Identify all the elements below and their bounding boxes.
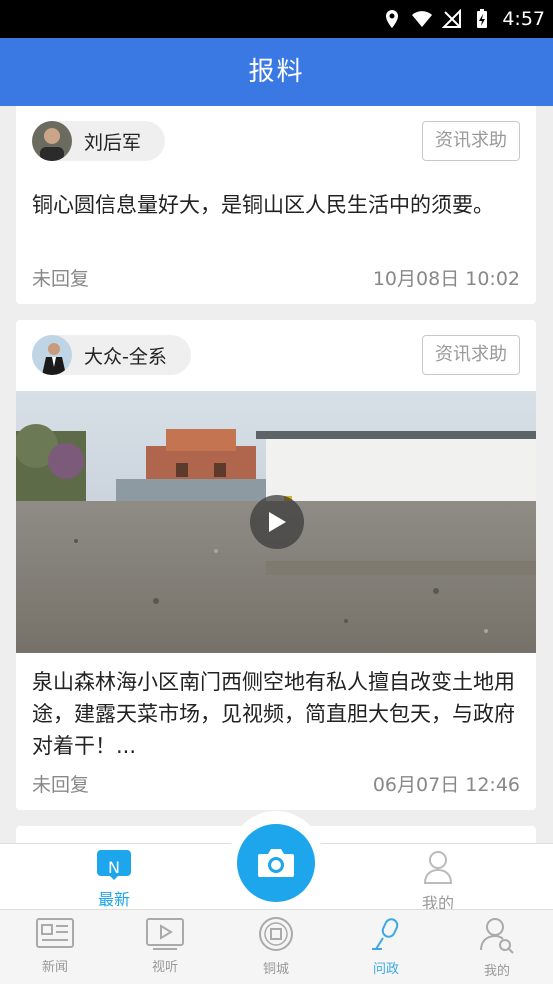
author-name: 大众-全系 xyxy=(84,345,167,368)
nav-news-label: 新闻 xyxy=(41,960,68,975)
video-thumbnail[interactable] xyxy=(16,391,536,653)
post-content[interactable]: 铜心圆信息量好大，是铜山区人民生活中的须要。 xyxy=(32,189,520,221)
avatar xyxy=(32,121,72,161)
news-icon xyxy=(36,918,74,948)
camera-icon xyxy=(258,849,294,877)
post-content[interactable]: 泉山森林海小区南门西侧空地有私人擅自改变土地用途，建露天菜市场，见视频，简直胆大… xyxy=(32,666,520,762)
status-bar: 4:57 xyxy=(0,0,553,38)
post-datetime: 06月07日 12:46 xyxy=(372,774,520,796)
no-signal-icon xyxy=(442,9,462,28)
post-feed[interactable]: 刘后军 资讯求助 铜心圆信息量好大，是铜山区人民生活中的须要。 未回复 10月0… xyxy=(0,106,553,843)
status-time: 4:57 xyxy=(502,8,545,30)
reply-status: 未回复 xyxy=(32,774,90,796)
location-icon xyxy=(386,10,399,28)
nav-politics[interactable]: 问政 xyxy=(331,916,441,977)
latest-badge-letter: N xyxy=(108,858,120,877)
app-header: 报料 xyxy=(0,38,553,106)
coin-icon xyxy=(259,917,293,951)
reply-status: 未回复 xyxy=(32,268,90,290)
nav-video[interactable]: 视听 xyxy=(110,916,220,975)
author-name: 刘后军 xyxy=(84,131,142,154)
user-icon xyxy=(480,918,514,954)
tab-latest-label: 最新 xyxy=(97,890,130,909)
author-pill[interactable]: 刘后军 xyxy=(32,121,166,161)
play-button[interactable] xyxy=(250,495,304,549)
battery-charging-icon xyxy=(477,9,488,28)
nav-video-label: 视听 xyxy=(151,960,178,975)
status-icons: 4:57 xyxy=(382,0,545,38)
video-icon xyxy=(146,918,184,950)
avatar xyxy=(32,335,72,375)
author-pill[interactable]: 大众-全系 xyxy=(32,335,191,375)
user-outline-icon xyxy=(423,851,453,884)
nav-city[interactable]: 铜城 xyxy=(221,916,331,977)
category-tag[interactable]: 资讯求助 xyxy=(422,121,520,161)
category-tag[interactable]: 资讯求助 xyxy=(422,335,520,375)
nav-profile-label: 我的 xyxy=(483,964,510,979)
page-title: 报料 xyxy=(248,57,305,87)
post-card[interactable]: 大众-全系 资讯求助 泉山森林海小区南门西侧空地有私人擅自改变土地用途，建露天菜… xyxy=(16,320,536,810)
nav-profile[interactable]: 我的 xyxy=(442,916,552,979)
tab-latest[interactable]: N 最新 xyxy=(54,850,174,910)
nav-city-label: 铜城 xyxy=(262,962,289,977)
microphone-icon xyxy=(372,918,399,950)
tab-mine[interactable]: 我的 xyxy=(378,850,498,914)
play-icon xyxy=(269,512,286,532)
post-card[interactable]: 刘后军 资讯求助 铜心圆信息量好大，是铜山区人民生活中的须要。 未回复 10月0… xyxy=(16,106,536,304)
post-datetime: 10月08日 10:02 xyxy=(372,268,520,290)
nav-politics-label: 问政 xyxy=(372,962,399,977)
nav-news[interactable]: 新闻 xyxy=(0,916,110,975)
wifi-icon xyxy=(412,11,433,27)
bottom-navigation: 新闻 视听 铜城 问政 我的 xyxy=(0,909,553,984)
camera-button[interactable] xyxy=(237,824,315,902)
